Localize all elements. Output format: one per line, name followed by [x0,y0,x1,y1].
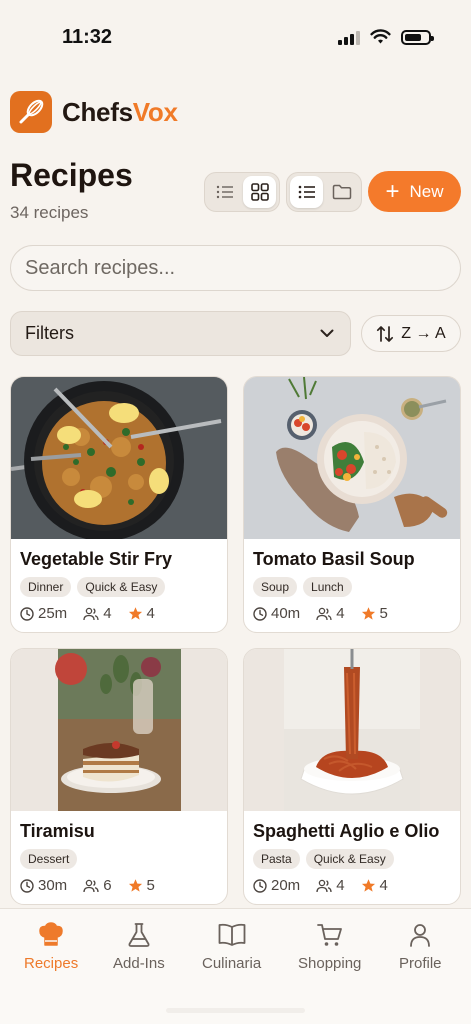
nav-recipes[interactable]: Recipes [24,921,78,972]
servings-icon [83,607,99,620]
brand: ChefsVox [10,91,178,133]
new-button-label: New [409,181,444,201]
recipe-card[interactable]: Vegetable Stir Fry Dinner Quick & Easy 2… [10,376,228,633]
whisk-icon [10,91,52,133]
chevron-down-icon [320,329,334,337]
recipe-card[interactable]: Tomato Basil Soup Soup Lunch 40m 4 5 [243,376,461,633]
bottom-nav: Recipes Add-Ins Culinaria Shopping Profi… [0,908,471,1024]
nav-label: Culinaria [202,955,262,972]
recipe-tag: Quick & Easy [77,577,166,597]
recipe-time: 25m [38,605,68,622]
recipe-image [244,649,460,811]
grid-icon [250,183,269,201]
recipe-servings: 4 [103,605,112,622]
flask-icon [128,923,150,947]
filters-label: Filters [25,323,74,343]
recipe-tag: Lunch [303,577,352,597]
mode-toggle [286,172,362,212]
user-icon [410,924,431,947]
recipe-tag: Pasta [253,849,300,869]
recipe-title: Tiramisu [20,821,95,841]
servings-icon [83,879,99,892]
recipe-rating: 5 [379,605,388,622]
recipe-image [11,377,227,539]
star-icon [128,607,142,620]
clock-icon [253,878,267,893]
recipe-tag: Quick & Easy [305,849,394,869]
status-icons [338,29,434,45]
nav-label: Shopping [298,955,362,972]
brand-name: ChefsVox [62,96,178,127]
recipe-rating: 4 [146,605,155,622]
recipe-tag: Dinner [20,577,72,597]
recipe-servings: 4 [336,877,345,894]
status-time: 11:32 [62,26,113,48]
cart-icon [316,924,342,946]
nav-culinaria[interactable]: Culinaria [202,921,261,972]
list-icon [216,185,233,199]
folder-icon [332,184,351,200]
recipe-count: 34 recipes [10,203,89,222]
recipe-time: 30m [38,877,68,894]
nav-add-ins[interactable]: Add-Ins [113,921,165,972]
plus-icon: + [385,177,400,205]
servings-icon [316,879,332,892]
wifi-icon [370,29,391,44]
recipe-servings: 6 [103,877,112,894]
recipe-image [11,649,227,811]
nav-shopping[interactable]: Shopping [298,921,361,972]
recipe-tag: Dessert [20,849,78,869]
grid-view-button[interactable] [243,176,276,208]
star-icon [128,879,142,892]
sort-label: Z → A [401,324,446,342]
search-input[interactable] [25,256,446,280]
clock-icon [20,606,34,621]
battery-icon [401,29,434,45]
list-view-button[interactable] [208,176,241,208]
sort-arrows-icon [377,325,394,342]
new-recipe-button[interactable]: + New [368,171,461,212]
recipe-title: Vegetable Stir Fry [20,549,173,569]
chef-hat-icon [39,922,63,946]
status-bar: 11:32 [0,0,471,76]
recipe-time: 20m [271,877,301,894]
list-icon [298,185,315,199]
clock-icon [20,878,34,893]
recipe-rating: 5 [146,877,155,894]
recipe-card[interactable]: Spaghetti Aglio e Olio Pasta Quick & Eas… [243,648,461,905]
recipe-time: 40m [271,605,301,622]
signal-icon [338,30,360,45]
folders-mode-button[interactable] [325,176,358,208]
book-icon [218,923,245,946]
recipe-card[interactable]: Tiramisu Dessert 30m 6 5 [10,648,228,905]
nav-label: Add-Ins [113,955,165,972]
nav-label: Recipes [24,955,79,972]
recipes-mode-button[interactable] [290,176,323,208]
clock-icon [253,606,267,621]
servings-icon [316,607,332,620]
recipe-image [244,377,460,539]
nav-profile[interactable]: Profile [399,921,442,972]
recipe-tag: Soup [253,577,298,597]
sort-button[interactable]: Z → A [361,315,461,352]
filters-dropdown[interactable]: Filters [10,311,351,356]
page-title: Recipes [10,157,133,193]
star-icon [361,879,375,892]
recipe-title: Tomato Basil Soup [253,549,415,569]
search-box [10,245,461,291]
recipe-rating: 4 [379,877,388,894]
home-indicator [166,1008,305,1013]
recipe-title: Spaghetti Aglio e Olio [253,821,440,841]
recipe-servings: 4 [336,605,345,622]
nav-label: Profile [399,955,442,972]
view-toggle [204,172,280,212]
star-icon [361,607,375,620]
